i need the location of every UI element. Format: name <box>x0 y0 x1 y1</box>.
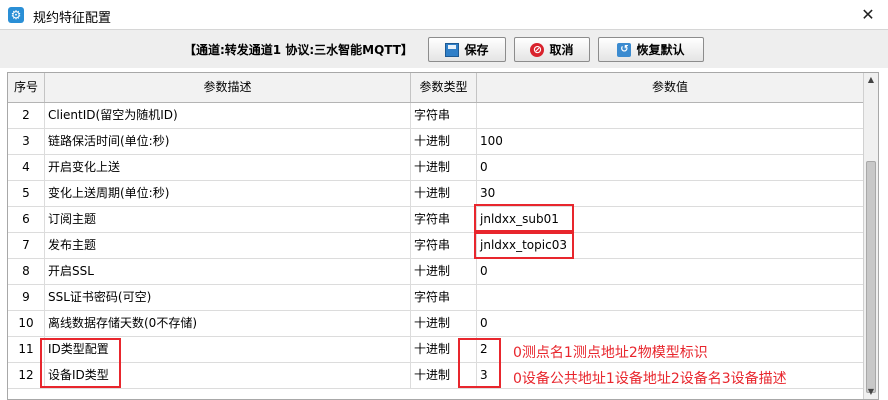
row-description: 离线数据存储天数(0不存储) <box>45 311 411 336</box>
row-value-cell[interactable] <box>477 285 864 310</box>
row-description: ClientID(留空为随机ID) <box>45 103 411 128</box>
row-value-cell[interactable]: 0 <box>477 259 864 284</box>
toolbar: 【通道:转发通道1 协议:三水智能MQTT】 保存 ⊘ 取消 ↺ 恢复默认 <box>0 30 888 68</box>
row-value-cell[interactable]: jnldxx_topic03 <box>477 233 864 258</box>
table-row[interactable]: 8 开启SSL 十进制 0 <box>8 259 864 285</box>
scrollbar-thumb[interactable] <box>866 161 876 393</box>
vertical-scrollbar[interactable]: ▲ ▼ <box>863 73 878 399</box>
row-type: 十进制 <box>411 259 477 284</box>
window-title: 规约特征配置 <box>33 11 112 26</box>
cancel-button[interactable]: ⊘ 取消 <box>514 37 590 62</box>
row-type: 字符串 <box>411 207 477 232</box>
row-description: SSL证书密码(可空) <box>45 285 411 310</box>
row-index: 5 <box>8 181 45 206</box>
row-index: 2 <box>8 103 45 128</box>
row-description: 变化上送周期(单位:秒) <box>45 181 411 206</box>
protocol-label: 【通道:转发通道1 协议:三水智能MQTT】 <box>184 43 413 57</box>
table-row[interactable]: 7 发布主题 字符串 jnldxx_topic03 <box>8 233 864 259</box>
table-row[interactable]: 2 ClientID(留空为随机ID) 字符串 <box>8 103 864 129</box>
row-type: 十进制 <box>411 311 477 336</box>
row-index: 12 <box>8 363 45 388</box>
row-description: 开启变化上送 <box>45 155 411 180</box>
col-header-value[interactable]: 参数值 <box>477 73 864 102</box>
row-type: 十进制 <box>411 129 477 154</box>
reset-button-label: 恢复默认 <box>636 43 685 57</box>
row-value-cell[interactable]: 0 <box>477 311 864 336</box>
gear-icon: ⚙ <box>8 7 24 23</box>
floppy-disk-icon <box>445 42 460 57</box>
scroll-up-arrow-icon[interactable]: ▲ <box>864 73 878 87</box>
table-row[interactable]: 5 变化上送周期(单位:秒) 十进制 30 <box>8 181 864 207</box>
row-type: 十进制 <box>411 181 477 206</box>
reset-default-button[interactable]: ↺ 恢复默认 <box>598 37 704 62</box>
restore-icon: ↺ <box>617 42 632 57</box>
table-row[interactable]: 4 开启变化上送 十进制 0 <box>8 155 864 181</box>
row-description: ID类型配置 <box>45 337 411 362</box>
col-header-type[interactable]: 参数类型 <box>411 73 477 102</box>
table-row[interactable]: 3 链路保活时间(单位:秒) 十进制 100 <box>8 129 864 155</box>
table-row[interactable]: 10 离线数据存储天数(0不存储) 十进制 0 <box>8 311 864 337</box>
col-header-description[interactable]: 参数描述 <box>45 73 411 102</box>
row-type: 十进制 <box>411 155 477 180</box>
row-description: 开启SSL <box>45 259 411 284</box>
table-row[interactable]: 11 ID类型配置 十进制 2 <box>8 337 864 363</box>
param-table: 序号 参数描述 参数类型 参数值 2 ClientID(留空为随机ID) 字符串… <box>7 72 879 400</box>
row-index: 6 <box>8 207 45 232</box>
row-index: 4 <box>8 155 45 180</box>
device-id-annotation: 0设备公共地址1设备地址2设备名3设备描述 <box>513 371 787 387</box>
row-type: 十进制 <box>411 337 477 362</box>
col-header-index[interactable]: 序号 <box>8 73 45 102</box>
table-row[interactable]: 6 订阅主题 字符串 jnldxx_sub01 <box>8 207 864 233</box>
row-description: 设备ID类型 <box>45 363 411 388</box>
row-value-cell[interactable]: 100 <box>477 129 864 154</box>
row-index: 8 <box>8 259 45 284</box>
table-header: 序号 参数描述 参数类型 参数值 <box>8 73 864 103</box>
row-index: 7 <box>8 233 45 258</box>
row-index: 10 <box>8 311 45 336</box>
table-row[interactable]: 9 SSL证书密码(可空) 字符串 <box>8 285 864 311</box>
row-index: 9 <box>8 285 45 310</box>
row-type: 十进制 <box>411 363 477 388</box>
row-type: 字符串 <box>411 285 477 310</box>
close-button[interactable]: ✕ <box>848 0 888 30</box>
row-index: 3 <box>8 129 45 154</box>
scroll-down-arrow-icon[interactable]: ▼ <box>864 385 878 399</box>
row-type: 字符串 <box>411 103 477 128</box>
row-description: 发布主题 <box>45 233 411 258</box>
row-description: 订阅主题 <box>45 207 411 232</box>
id-type-annotation: 0测点名1测点地址2物模型标识 <box>513 345 708 361</box>
row-value-cell[interactable] <box>477 103 864 128</box>
row-description: 链路保活时间(单位:秒) <box>45 129 411 154</box>
row-index: 11 <box>8 337 45 362</box>
save-button[interactable]: 保存 <box>428 37 506 62</box>
row-value-cell[interactable]: jnldxx_sub01 <box>477 207 864 232</box>
save-button-label: 保存 <box>464 43 489 57</box>
no-entry-icon: ⊘ <box>530 42 545 57</box>
row-type: 字符串 <box>411 233 477 258</box>
title-bar: ⚙ 规约特征配置 ✕ <box>0 0 888 30</box>
row-value-cell[interactable]: 30 <box>477 181 864 206</box>
cancel-button-label: 取消 <box>549 43 574 57</box>
row-value-cell[interactable]: 0 <box>477 155 864 180</box>
